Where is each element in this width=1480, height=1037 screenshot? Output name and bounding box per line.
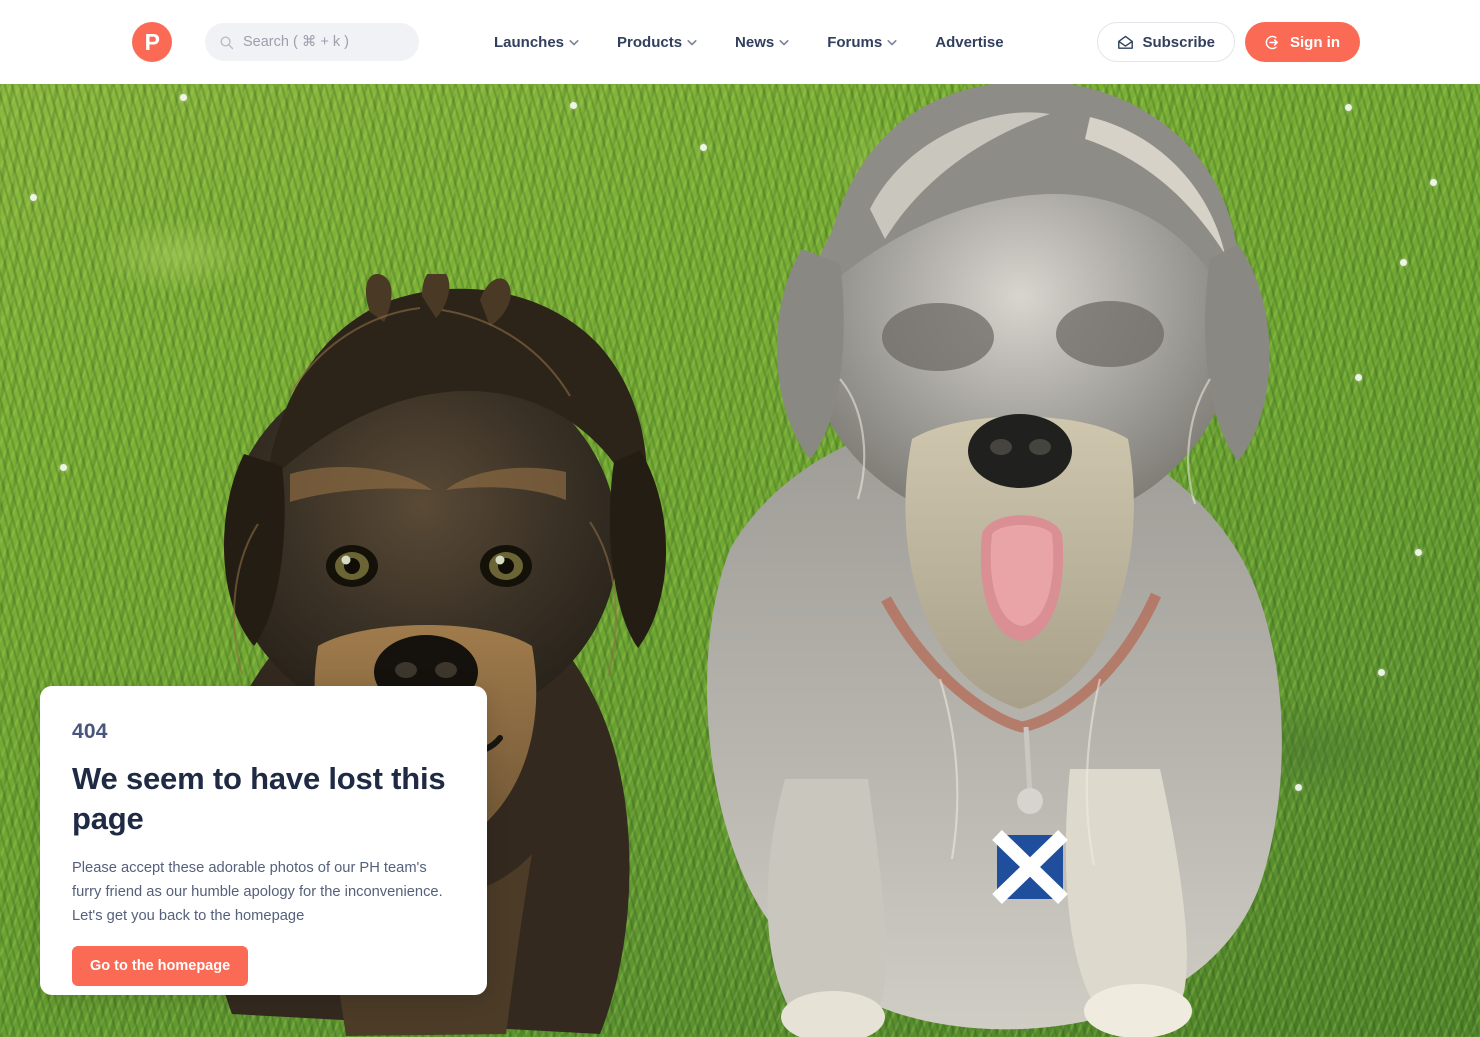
dog-gray [707,84,1282,1037]
search-input[interactable]: Search ( ⌘ + k ) [205,23,419,61]
chevron-down-icon [887,39,897,45]
site-header: P Search ( ⌘ + k ) Launches Products New… [0,0,1480,84]
error-card: 404 We seem to have lost this page Pleas… [40,686,487,995]
nav-item-launches[interactable]: Launches [494,34,579,51]
main-navigation: Launches Products News Forums Advertise [494,0,1004,84]
nav-item-forums[interactable]: Forums [827,34,897,51]
chevron-down-icon [569,39,579,45]
nav-label-advertise: Advertise [935,33,1004,51]
sign-in-button[interactable]: Sign in [1245,22,1360,62]
subscribe-label: Subscribe [1142,33,1215,51]
subscribe-button[interactable]: Subscribe [1097,22,1235,62]
logo-letter: P [144,28,160,55]
chevron-down-icon [779,39,789,45]
nav-label-news: News [735,33,775,51]
header-actions: Subscribe Sign in [1097,22,1360,62]
nav-label-forums: Forums [827,33,883,51]
error-title: We seem to have lost this page [72,761,446,836]
nav-label-launches: Launches [494,33,565,51]
envelope-icon [1118,35,1134,49]
error-code: 404 [72,720,108,743]
go-to-homepage-button[interactable]: Go to the homepage [72,946,249,986]
chevron-down-icon [687,39,697,45]
search-placeholder: Search ( ⌘ + k ) [243,34,349,50]
product-hunt-logo[interactable]: P [132,22,172,62]
page-root: P Search ( ⌘ + k ) Launches Products New… [0,0,1480,1037]
nav-item-advertise[interactable]: Advertise [935,34,1003,51]
search-icon [220,35,234,49]
sign-in-label: Sign in [1290,33,1340,51]
sign-in-arrow-icon [1265,35,1278,49]
nav-item-products[interactable]: Products [617,34,697,51]
error-description: Please accept these adorable photos of o… [72,860,443,924]
nav-item-news[interactable]: News [735,34,789,51]
nav-label-products: Products [617,33,683,51]
